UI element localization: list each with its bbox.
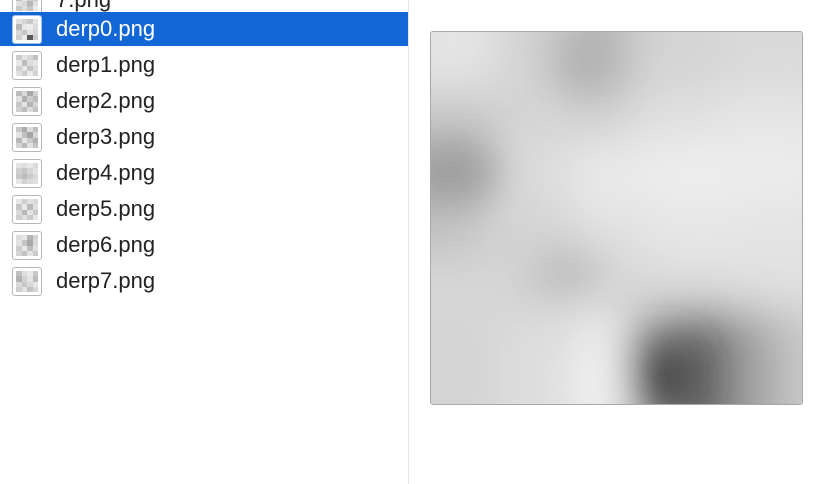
file-row-derp3[interactable]: derp3.png [0, 120, 408, 154]
preview-pane [409, 0, 816, 484]
image-thumbnail-icon [12, 123, 42, 152]
file-row-derp5[interactable]: derp5.png [0, 192, 408, 226]
file-name-label: derp7.png [56, 268, 156, 293]
file-name-label: derp3.png [56, 124, 156, 149]
file-row-derp1[interactable]: derp1.png [0, 48, 408, 82]
file-name-label: derp6.png [56, 232, 156, 257]
file-row-derp6[interactable]: derp6.png [0, 228, 408, 262]
file-row-derp4[interactable]: derp4.png [0, 156, 408, 190]
file-row-derp2[interactable]: derp2.png [0, 84, 408, 118]
image-thumbnail-icon [12, 51, 42, 80]
file-name-label: derp4.png [56, 160, 156, 185]
image-thumbnail-icon [12, 159, 42, 188]
image-preview[interactable] [430, 31, 803, 405]
file-row-derp0[interactable]: derp0.png [0, 12, 408, 46]
file-list-column[interactable]: 7.png derp0.png [0, 0, 409, 484]
file-name-label: derp2.png [56, 88, 156, 113]
image-thumbnail-icon [12, 15, 42, 44]
preview-picture [431, 32, 802, 404]
file-name-label: derp0.png [56, 16, 156, 41]
file-row-derp7[interactable]: derp7.png [0, 264, 408, 298]
image-thumbnail-icon [12, 195, 42, 224]
image-thumbnail-icon [12, 231, 42, 260]
image-thumbnail-icon [12, 87, 42, 116]
file-name-label: derp1.png [56, 52, 156, 77]
finder-window: 7.png derp0.png [0, 0, 816, 484]
file-name-label: derp5.png [56, 196, 156, 221]
image-thumbnail-icon [12, 267, 42, 296]
